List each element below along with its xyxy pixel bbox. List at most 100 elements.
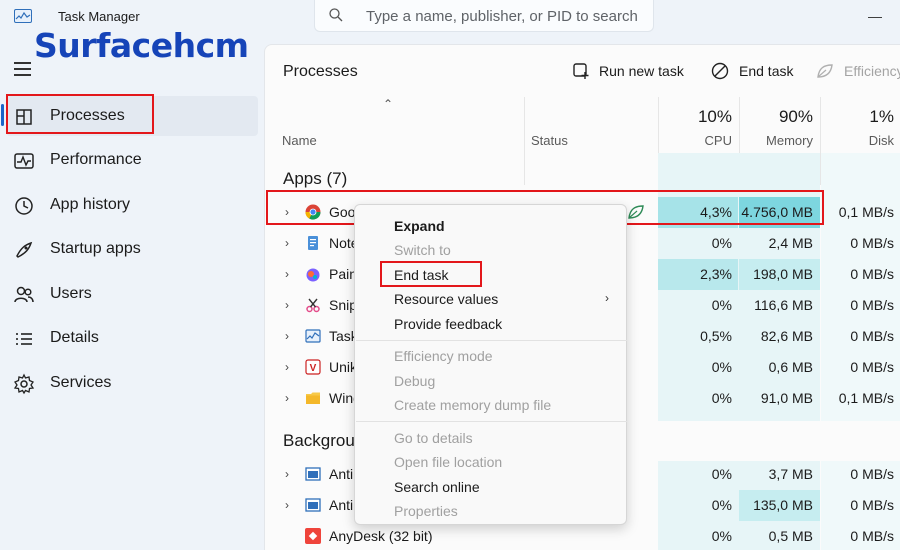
cpu-value: 0% (711, 390, 732, 406)
menu-item-go-to-details[interactable]: Go to details (394, 430, 473, 446)
sidebar-item-services[interactable]: Services (0, 363, 258, 403)
process-name: AnyDesk (32 bit) (329, 528, 433, 544)
memory-total-pct: 90% (778, 107, 813, 126)
app-title: Task Manager (58, 9, 140, 24)
sidebar-item-performance[interactable]: Performance (0, 140, 258, 180)
column-header-status[interactable]: Status (531, 133, 568, 148)
menu-item-expand[interactable]: Expand (394, 218, 445, 234)
group-title-apps: Apps (7) (283, 169, 348, 188)
chevron-right-icon[interactable]: › (285, 498, 289, 512)
menu-item-efficiency-mode[interactable]: Efficiency mode (394, 348, 493, 364)
menu-item-resource-values[interactable]: Resource values (394, 291, 498, 307)
app-icon (305, 498, 321, 512)
highlight-end-task (380, 261, 482, 287)
hamburger-menu-icon[interactable] (14, 62, 31, 80)
disk-total-pct: 1% (869, 107, 894, 126)
run-new-task-label: Run new task (599, 63, 684, 79)
chevron-right-icon[interactable]: › (285, 391, 289, 405)
unikey-icon: V (305, 359, 321, 375)
group-title-background: Backgrou (283, 431, 355, 450)
memory-value: 135,0 MB (753, 497, 813, 513)
menu-item-debug[interactable]: Debug (394, 373, 435, 389)
memory-value: 82,6 MB (760, 328, 813, 344)
search-icon (329, 8, 343, 22)
performance-icon (14, 153, 34, 169)
memory-value: 0,5 MB (768, 528, 813, 544)
chevron-right-icon[interactable]: › (285, 329, 289, 343)
menu-separator (356, 340, 627, 341)
menu-item-search-online[interactable]: Search online (394, 479, 480, 495)
taskmgr-icon (305, 329, 321, 343)
cpu-value: 2,3% (700, 266, 732, 282)
minimize-button[interactable]: — (868, 8, 882, 24)
cpu-value: 0% (711, 359, 732, 375)
sidebar-item-label: App history (50, 196, 131, 213)
process-name: Anti (329, 497, 354, 513)
paint-icon (306, 268, 320, 282)
column-header-disk[interactable]: Disk (821, 133, 894, 148)
menu-item-create-dump[interactable]: Create memory dump file (394, 397, 551, 413)
column-separator (524, 97, 525, 185)
sidebar-item-app-history[interactable]: App history (0, 185, 258, 225)
svg-text:V: V (310, 363, 317, 374)
anydesk-icon (305, 528, 321, 544)
cpu-value: 0% (711, 235, 732, 251)
menu-item-properties[interactable]: Properties (394, 503, 458, 519)
disk-value: 0 MB/s (850, 497, 894, 513)
folder-icon (306, 392, 320, 404)
process-name: Unik (329, 359, 358, 375)
table-row[interactable]: AnyDesk (32 bit) 0% 0,5 MB 0 MB/s (265, 521, 900, 550)
task-manager-app-icon (14, 9, 32, 23)
memory-value: 91,0 MB (760, 390, 813, 406)
memory-value: 116,6 MB (754, 297, 813, 313)
chevron-right-icon[interactable]: › (285, 298, 289, 312)
chevron-right-icon[interactable]: › (285, 467, 289, 481)
sidebar-item-label: Details (50, 329, 99, 346)
column-header-memory[interactable]: Memory (740, 133, 813, 148)
disk-value: 0 MB/s (850, 466, 894, 482)
menu-item-open-file-location[interactable]: Open file location (394, 454, 502, 470)
sidebar-item-details[interactable]: Details (0, 318, 258, 358)
search-placeholder: Type a name, publisher, or PID to search (366, 8, 638, 25)
menu-separator (356, 421, 627, 422)
snip-icon (306, 298, 320, 313)
page-title: Processes (283, 63, 358, 80)
history-icon (15, 197, 33, 215)
cpu-value: 0% (711, 466, 732, 482)
menu-item-switch-to[interactable]: Switch to (394, 242, 451, 258)
startup-icon (16, 241, 33, 258)
sidebar-item-label: Services (50, 374, 112, 391)
sidebar-item-users[interactable]: Users (0, 274, 258, 314)
submenu-arrow-icon: › (605, 291, 609, 305)
cpu-value: 0% (711, 528, 732, 544)
sidebar-item-startup-apps[interactable]: Startup apps (0, 229, 258, 269)
search-box[interactable]: Type a name, publisher, or PID to search (314, 0, 654, 32)
chevron-right-icon[interactable]: › (285, 360, 289, 374)
column-header-cpu[interactable]: CPU (659, 133, 732, 148)
disk-value: 0 MB/s (850, 297, 894, 313)
disk-value: 0 MB/s (850, 328, 894, 344)
cpu-value: 0,5% (700, 328, 732, 344)
watermark-logo: Surfacehcm (34, 26, 249, 65)
active-indicator (1, 104, 4, 126)
disk-value: 0,1 MB/s (838, 204, 894, 220)
app-icon (305, 467, 321, 481)
memory-value: 198,0 MB (753, 266, 813, 282)
chevron-right-icon[interactable]: › (285, 236, 289, 250)
menu-item-provide-feedback[interactable]: Provide feedback (394, 316, 502, 332)
process-name: Pain (329, 266, 358, 282)
memory-value: 2,4 MB (768, 235, 813, 251)
disk-value: 0,1 MB/s (838, 390, 894, 406)
process-name: Anti (329, 466, 354, 482)
memory-value: 3,7 MB (768, 466, 813, 482)
efficiency-leaf-icon (817, 64, 833, 78)
sort-ascending-icon: ⌃ (383, 97, 394, 111)
chevron-right-icon[interactable]: › (285, 267, 289, 281)
details-icon (16, 333, 32, 345)
process-name: Snip (329, 297, 358, 313)
disk-value: 0 MB/s (850, 359, 894, 375)
column-header-name[interactable]: Name (282, 133, 317, 148)
notepad-icon (308, 236, 318, 250)
highlight-processes (6, 94, 154, 134)
services-icon (13, 373, 35, 395)
